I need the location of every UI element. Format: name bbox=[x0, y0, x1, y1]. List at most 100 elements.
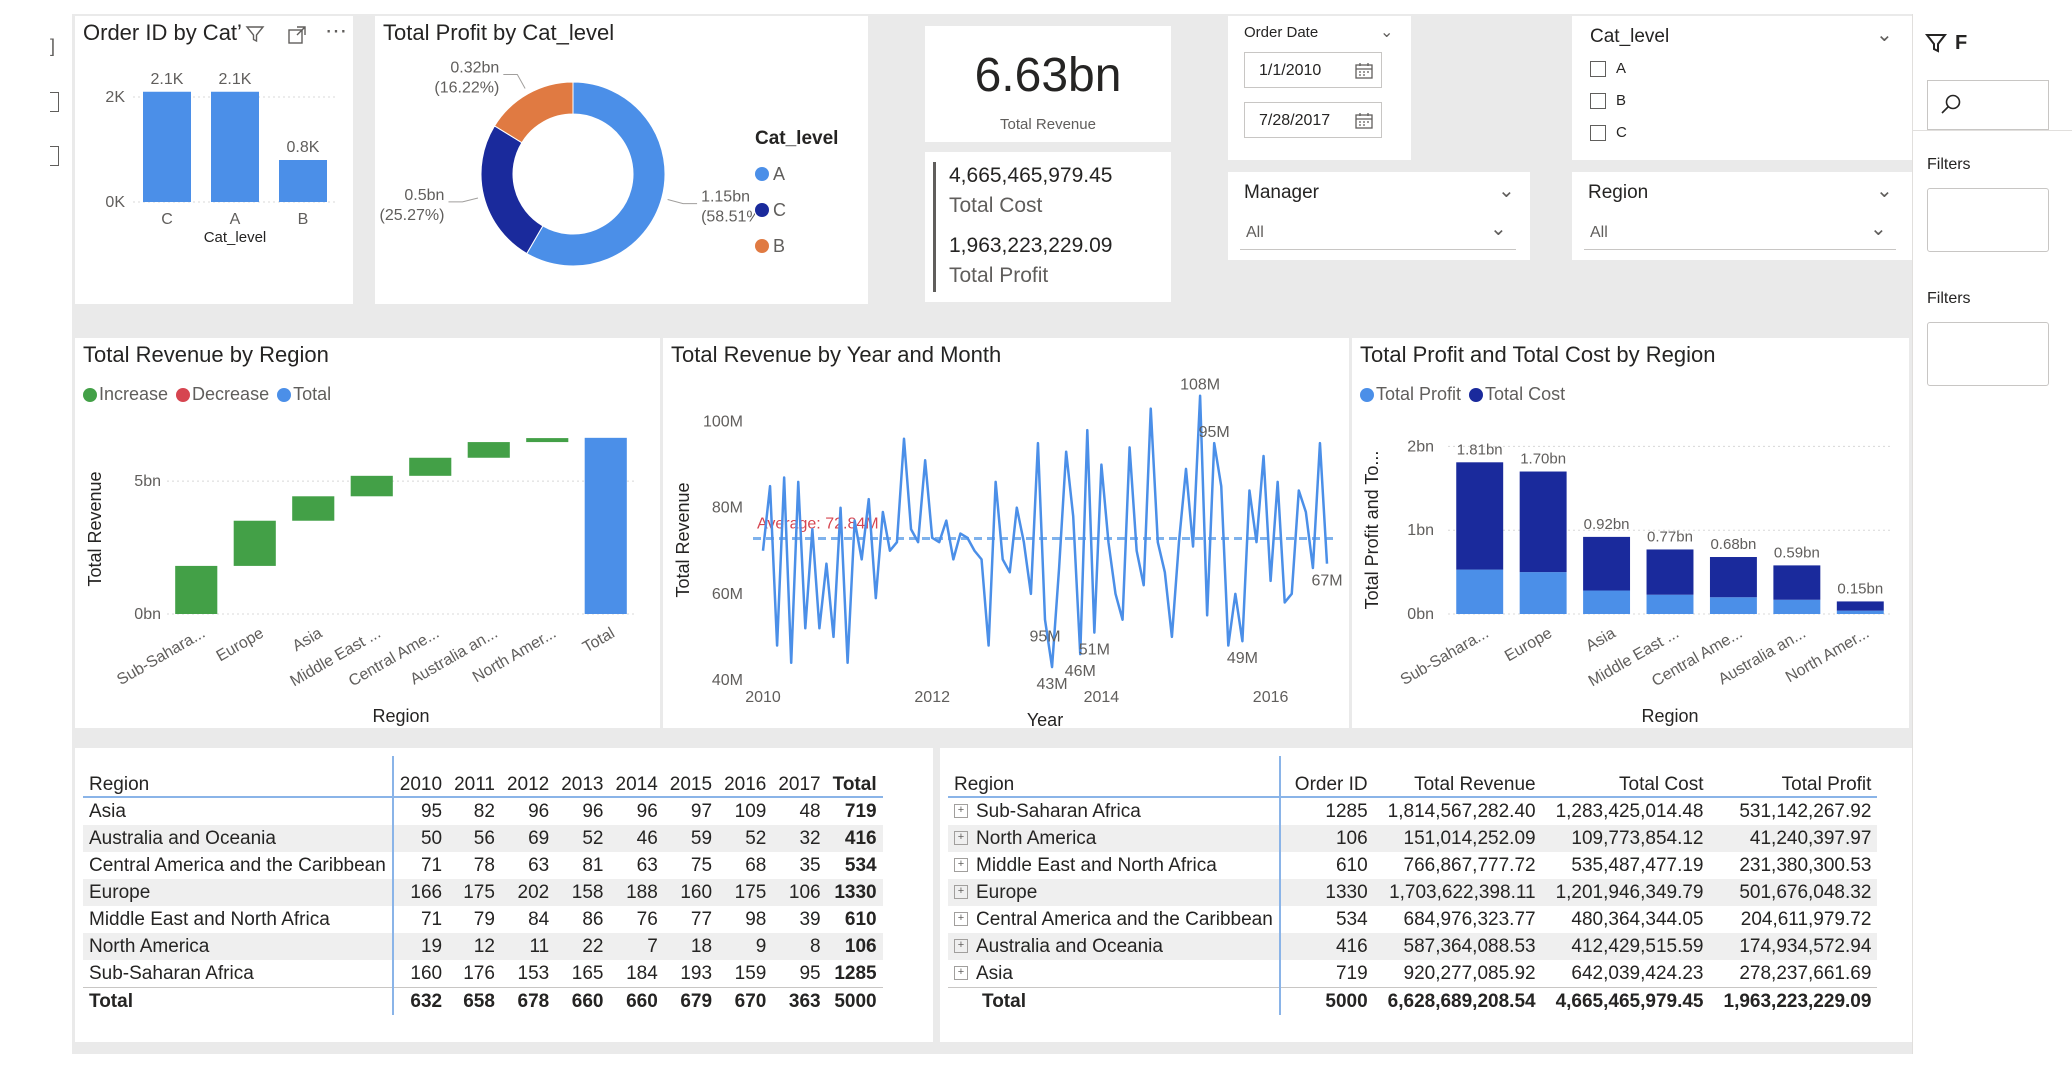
revenue-line-card[interactable]: Total Revenue by Year and Month 40M 60M 80… bbox=[663, 338, 1349, 728]
legend-item[interactable]: Increase bbox=[83, 384, 168, 405]
manager-slicer[interactable]: Manager ⌄ All ⌄ bbox=[1228, 172, 1530, 260]
expand-icon[interactable]: + bbox=[954, 912, 968, 927]
kpi-cost-profit-card[interactable]: 4,665,465,979.45 Total Cost 1,963,223,22… bbox=[925, 152, 1171, 302]
column-header[interactable]: Total Revenue bbox=[1373, 756, 1542, 798]
donut-slice[interactable] bbox=[480, 125, 544, 255]
table-row[interactable]: Sub-Saharan Africa 160 176 153 165 184 193 159 9… bbox=[83, 960, 883, 988]
cat-level-option[interactable]: A bbox=[1590, 60, 1627, 92]
filter-pane-icon[interactable] bbox=[1925, 32, 1947, 54]
expand-icon[interactable]: + bbox=[954, 939, 968, 954]
column-header[interactable]: Order ID bbox=[1279, 756, 1374, 798]
waterfall-increase-bar[interactable] bbox=[467, 442, 510, 458]
region-slicer[interactable]: Region ⌄ All ⌄ bbox=[1572, 172, 1912, 260]
donut-legend-item[interactable]: C bbox=[755, 192, 786, 228]
profit-bar-segment[interactable] bbox=[1583, 590, 1631, 614]
end-date-input[interactable]: 7/28/2017 bbox=[1244, 102, 1382, 138]
profit-cost-card[interactable]: Total Profit and Total Cost by Region To… bbox=[1352, 338, 1909, 728]
column-header[interactable]: 2014 bbox=[609, 756, 664, 798]
expand-icon[interactable]: + bbox=[954, 804, 968, 819]
expand-icon[interactable]: + bbox=[954, 858, 968, 873]
expand-icon[interactable]: + bbox=[954, 831, 968, 846]
donut-legend-item[interactable]: B bbox=[755, 228, 786, 264]
profit-donut-card[interactable]: Total Profit by Cat_level 1.15bn(58.51%)… bbox=[375, 16, 868, 304]
waterfall-increase-bar[interactable] bbox=[175, 565, 218, 614]
column-header[interactable]: Total Profit bbox=[1709, 756, 1878, 798]
order-id-chart-card[interactable]: Order ID by Cat’ ⋯ 0K 2K 2.1K C 2.1K A 0.8K B Ca… bbox=[75, 16, 353, 304]
cost-bar-segment[interactable] bbox=[1709, 557, 1757, 598]
order-bar[interactable] bbox=[211, 91, 259, 202]
filter-search-box[interactable] bbox=[1927, 80, 2049, 130]
waterfall-increase-bar[interactable] bbox=[526, 438, 569, 443]
checkbox[interactable] bbox=[1590, 61, 1606, 78]
legend-item[interactable]: Total Cost bbox=[1469, 384, 1565, 405]
filters-drop-area-2[interactable] bbox=[1927, 322, 2049, 386]
profit-bar-segment[interactable] bbox=[1519, 572, 1567, 614]
profit-bar-segment[interactable] bbox=[1456, 569, 1504, 614]
donut-legend-item[interactable]: A bbox=[755, 156, 786, 192]
table-row[interactable]: + Australia and Oceania 416 587,364,088.53 4… bbox=[948, 933, 1878, 960]
filters-pane[interactable]: F Filters Filters bbox=[1912, 14, 2072, 1054]
chevron-down-icon[interactable]: ⌄ bbox=[1490, 216, 1507, 241]
region-dropdown[interactable]: All ⌄ bbox=[1584, 216, 1896, 250]
cost-bar-segment[interactable] bbox=[1836, 601, 1884, 611]
cat-level-option[interactable]: C bbox=[1590, 124, 1627, 156]
chevron-down-icon[interactable]: ⌄ bbox=[1380, 22, 1393, 42]
more-options-icon[interactable]: ⋯ bbox=[325, 18, 347, 44]
region-metrics-matrix[interactable]: Region Order ID Total Revenue Total Cost Tot… bbox=[940, 748, 1912, 1042]
column-header[interactable]: Total bbox=[826, 756, 883, 798]
nav-icon-1[interactable] bbox=[50, 92, 59, 112]
revenue-waterfall-card[interactable]: Total Revenue by Region Increase Decrease… bbox=[75, 338, 660, 728]
checkbox[interactable] bbox=[1590, 125, 1606, 142]
nav-icon-2[interactable] bbox=[50, 146, 59, 166]
profit-bar-segment[interactable] bbox=[1646, 594, 1694, 614]
profit-bar-segment[interactable] bbox=[1709, 597, 1757, 614]
nav-bracket-1[interactable]: ] bbox=[50, 36, 55, 57]
cat-level-slicer[interactable]: Cat_level ⌄ ABC bbox=[1572, 16, 1912, 160]
cost-bar-segment[interactable] bbox=[1646, 549, 1694, 595]
cost-bar-segment[interactable] bbox=[1583, 536, 1631, 591]
table-row[interactable]: + Middle East and North Africa 610 766,867,… bbox=[948, 852, 1877, 879]
order-date-slicer[interactable]: Order Date ⌄ 1/1/2010 7/28/2017 bbox=[1228, 16, 1411, 160]
column-header[interactable]: Region bbox=[83, 756, 394, 798]
column-header[interactable]: 2010 bbox=[392, 756, 449, 798]
waterfall-increase-bar[interactable] bbox=[292, 496, 335, 521]
column-header[interactable]: 2013 bbox=[555, 756, 610, 798]
column-header[interactable]: Total Cost bbox=[1541, 756, 1710, 798]
cost-bar-segment[interactable] bbox=[1519, 471, 1567, 573]
column-header[interactable]: 2011 bbox=[448, 756, 501, 798]
expand-icon[interactable]: + bbox=[954, 966, 968, 981]
cost-bar-segment[interactable] bbox=[1456, 462, 1504, 570]
waterfall-increase-bar[interactable] bbox=[350, 475, 393, 497]
table-row[interactable]: Central America and the Caribbean 71 78 63 8… bbox=[83, 852, 883, 879]
column-header[interactable]: Region bbox=[948, 756, 1281, 798]
calendar-icon[interactable] bbox=[1355, 62, 1373, 79]
region-year-matrix[interactable]: Region 2010 2011 2012 2013 2014 2015 2016 2017 To… bbox=[75, 748, 933, 1042]
donut-slice[interactable] bbox=[493, 81, 574, 144]
table-row[interactable]: Australia and Oceania 50 56 69 52 46 59 52 32 416 bbox=[83, 825, 883, 852]
waterfall-increase-bar[interactable] bbox=[233, 520, 276, 566]
table-row[interactable]: + Europe 1330 1,703,622,398.11 1,201,946,349… bbox=[948, 879, 1878, 906]
legend-item[interactable]: Total Profit bbox=[1360, 384, 1461, 405]
profit-bar-segment[interactable] bbox=[1773, 599, 1821, 614]
filters-drop-area-1[interactable] bbox=[1927, 188, 2049, 252]
chevron-down-icon[interactable]: ⌄ bbox=[1498, 178, 1515, 203]
cost-bar-segment[interactable] bbox=[1773, 565, 1821, 600]
expand-icon[interactable]: + bbox=[954, 885, 968, 900]
profit-bar-segment[interactable] bbox=[1836, 610, 1884, 614]
table-row[interactable]: Europe 166 175 202 158 188 160 175 106 1330 bbox=[83, 879, 883, 906]
table-row[interactable]: + Central America and the Caribbean 534 684… bbox=[948, 906, 1877, 933]
chevron-down-icon[interactable]: ⌄ bbox=[1876, 22, 1893, 47]
table-row[interactable]: Asia 95 82 96 96 96 97 109 48 719 bbox=[83, 797, 883, 825]
waterfall-increase-bar[interactable] bbox=[409, 457, 452, 476]
legend-item[interactable]: Decrease bbox=[176, 384, 269, 405]
order-bar[interactable] bbox=[279, 160, 327, 202]
table-row[interactable]: + North America 106 151,014,252.09 109,773,8… bbox=[948, 825, 1878, 852]
start-date-input[interactable]: 1/1/2010 bbox=[1244, 52, 1382, 88]
waterfall-total-bar[interactable] bbox=[584, 437, 627, 614]
kpi-revenue-card[interactable]: 6.63bn Total Revenue bbox=[925, 26, 1171, 142]
calendar-icon[interactable] bbox=[1355, 112, 1373, 129]
table-row[interactable]: North America 19 12 11 22 7 18 9 8 106 bbox=[83, 933, 883, 960]
chevron-down-icon[interactable]: ⌄ bbox=[1870, 216, 1887, 241]
column-header[interactable]: 2017 bbox=[772, 756, 827, 798]
order-bar[interactable] bbox=[143, 91, 191, 202]
